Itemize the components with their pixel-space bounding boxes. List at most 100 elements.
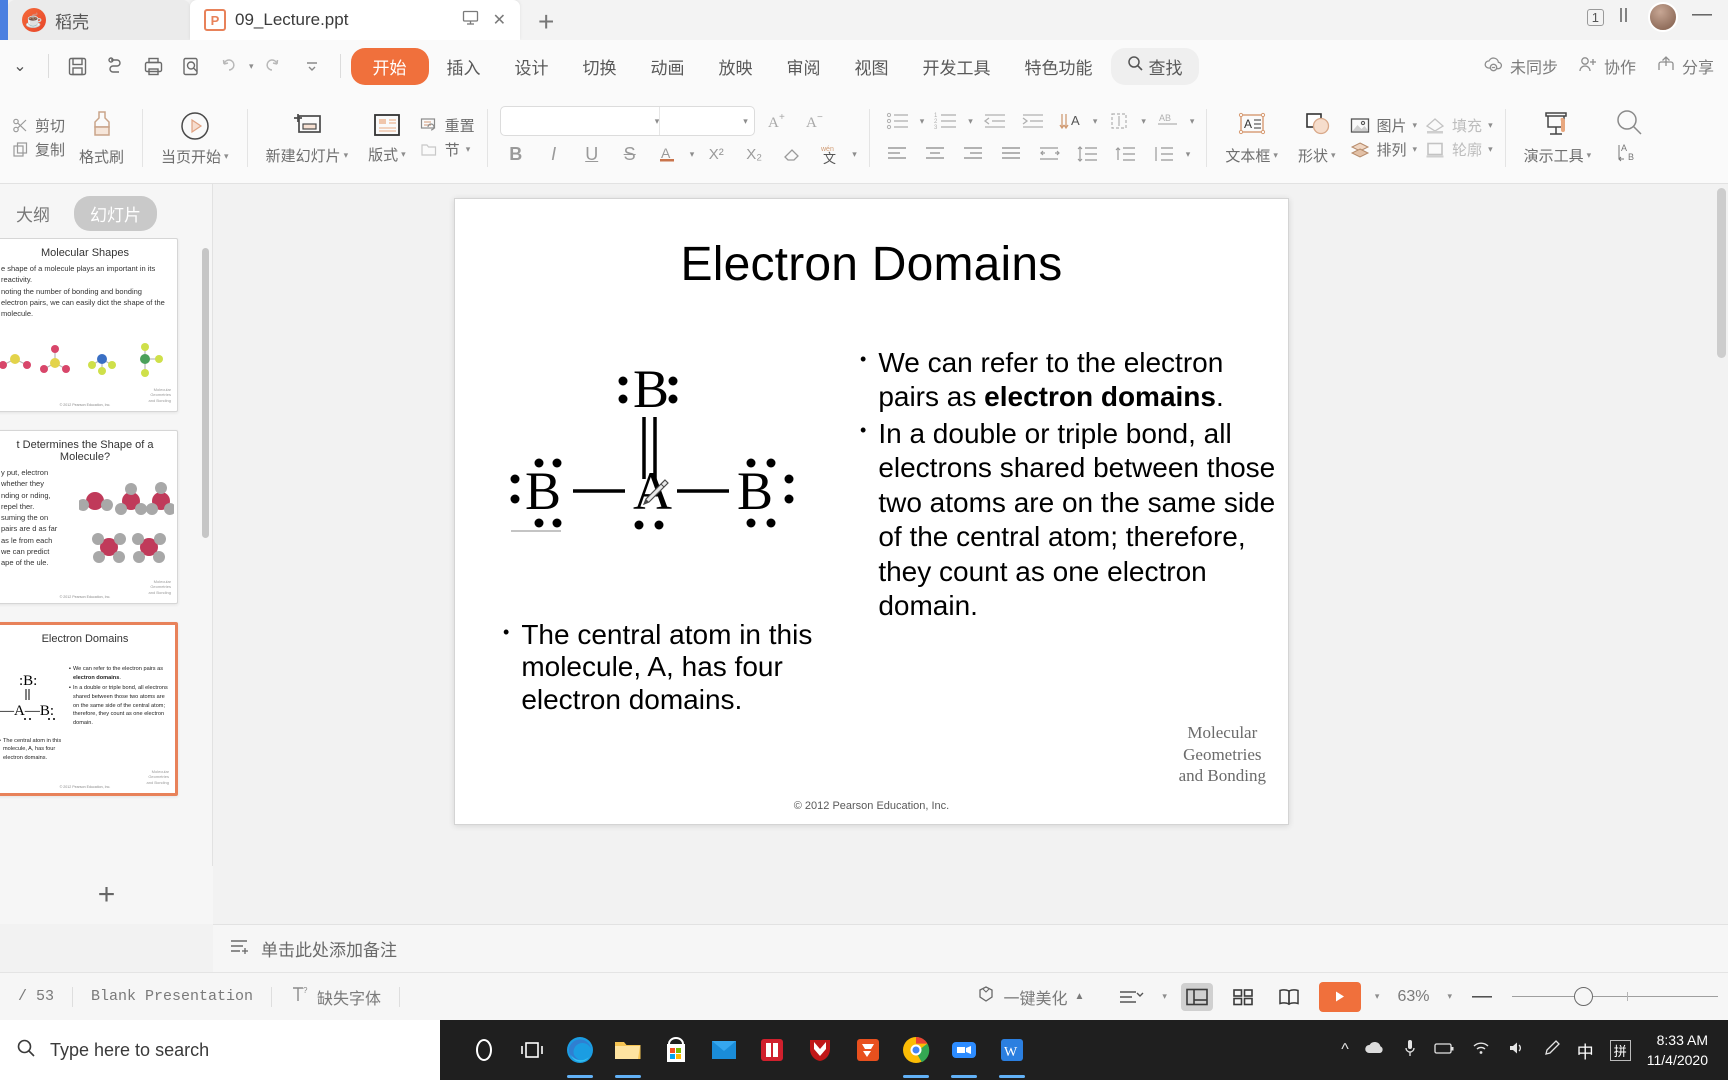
task-view-icon[interactable] xyxy=(510,1020,554,1080)
tab-features[interactable]: 特色功能 xyxy=(1009,48,1109,85)
italic-button[interactable]: I xyxy=(538,139,570,169)
microphone-icon[interactable] xyxy=(1403,1038,1417,1063)
convert-smartart-caret-icon[interactable]: ▾ xyxy=(1190,116,1195,127)
beautify-button[interactable]: 一键美化 ▲ xyxy=(958,984,1102,1009)
sync-status-button[interactable]: 未同步 xyxy=(1483,54,1558,78)
textbox-button[interactable]: A 文本框 ▾ xyxy=(1215,110,1288,166)
microsoft-store-icon[interactable] xyxy=(654,1020,698,1080)
notes-pane[interactable]: 单击此处添加备注 xyxy=(213,924,1728,972)
find-button[interactable]: 查找 xyxy=(1110,47,1199,85)
thumbnail-slide-3[interactable]: Electron Domains :B: —A—B: ▪ We can refer… xyxy=(0,622,178,796)
show-hidden-icons[interactable]: ^ xyxy=(1341,1041,1349,1059)
view-options-caret-icon[interactable]: ▾ xyxy=(1162,991,1167,1002)
mail-icon[interactable] xyxy=(702,1020,746,1080)
tab-review[interactable]: 审阅 xyxy=(771,48,837,85)
justify-icon[interactable] xyxy=(996,139,1028,169)
tab-outline[interactable]: 大纲 xyxy=(0,196,66,231)
picture-button[interactable]: 图片 ▾ xyxy=(1350,115,1417,136)
new-tab-button[interactable]: + xyxy=(520,8,572,40)
view-options-icon[interactable] xyxy=(1116,983,1148,1011)
format-painter-button[interactable]: 格式刷 xyxy=(69,109,134,167)
outline-button[interactable]: 轮廓 ▾ xyxy=(1425,139,1493,160)
present-from-current-button[interactable]: 当页开始 ▾ xyxy=(151,109,239,167)
align-left-icon[interactable] xyxy=(882,139,914,169)
lewis-structure-figure[interactable]: B B A B xyxy=(505,359,845,579)
tab-developer[interactable]: 开发工具 xyxy=(907,48,1007,85)
align-text-icon[interactable] xyxy=(1103,106,1135,136)
volume-icon[interactable] xyxy=(1507,1040,1527,1061)
file-explorer-icon[interactable] xyxy=(606,1020,650,1080)
chevron-down-icon[interactable]: ▾ xyxy=(401,149,406,160)
increase-indent-icon[interactable] xyxy=(1017,106,1049,136)
share-button[interactable]: 分享 xyxy=(1656,54,1714,78)
reset-button[interactable]: 重置 xyxy=(420,115,475,136)
cortana-icon[interactable] xyxy=(462,1020,506,1080)
pinyin-caret-icon[interactable]: ▾ xyxy=(852,149,857,160)
zoom-slider[interactable] xyxy=(1512,987,1718,1006)
strikethrough-button[interactable]: S xyxy=(614,139,646,169)
slide-sorter-view-button[interactable] xyxy=(1227,983,1259,1011)
start-slideshow-button[interactable] xyxy=(1318,981,1361,1012)
arrange-button[interactable]: 排列 ▾ xyxy=(1350,139,1418,160)
chevron-down-icon[interactable]: ▾ xyxy=(1488,120,1493,131)
page-indicator[interactable]: / 53 xyxy=(0,988,72,1005)
tab-animation[interactable]: 动画 xyxy=(635,48,701,85)
tab-insert[interactable]: 插入 xyxy=(431,48,497,85)
battery-icon[interactable] xyxy=(1433,1040,1455,1061)
font-size-input[interactable] xyxy=(659,107,749,135)
numbered-list-caret-icon[interactable]: ▾ xyxy=(968,116,973,127)
foxit-icon[interactable] xyxy=(846,1020,890,1080)
chevron-down-icon[interactable]: ▾ xyxy=(466,144,471,155)
tab-transition[interactable]: 切换 xyxy=(567,48,633,85)
save-as-cloud-icon[interactable] xyxy=(97,48,133,84)
zoom-slider-knob[interactable] xyxy=(1574,987,1593,1006)
pinyin-guide-icon[interactable]: wén 文 xyxy=(814,139,846,169)
zoom-level[interactable]: 63% xyxy=(1393,988,1433,1006)
convert-smartart-icon[interactable]: AB xyxy=(1152,106,1184,136)
close-tab-icon[interactable]: ✕ xyxy=(493,10,506,30)
thumbnail-slide-1[interactable]: Molecular Shapes e shape of a molecule p… xyxy=(0,238,178,412)
fill-button[interactable]: 填充 ▾ xyxy=(1425,115,1493,136)
onedrive-icon[interactable] xyxy=(1364,1039,1387,1062)
bullet-list-caret-icon[interactable]: ▾ xyxy=(920,116,925,127)
chevron-down-icon[interactable]: ▾ xyxy=(1413,144,1418,155)
increase-font-size-icon[interactable]: A + xyxy=(761,106,793,136)
subscript-button[interactable]: X₂ xyxy=(738,139,770,169)
font-color-caret-icon[interactable]: ▾ xyxy=(690,149,695,160)
collapse-ribbon-icon[interactable]: ⌄ xyxy=(2,48,38,84)
reader-icon[interactable] xyxy=(750,1020,794,1080)
tab-docer[interactable]: ☕ 稻壳 xyxy=(8,0,190,40)
chevron-down-icon[interactable]: ▾ xyxy=(1273,150,1278,161)
chevron-down-icon[interactable]: ▾ xyxy=(224,151,229,162)
pen-tray-icon[interactable] xyxy=(1543,1039,1561,1062)
canvas-scrollbar[interactable] xyxy=(1717,188,1726,358)
wifi-icon[interactable] xyxy=(1471,1040,1491,1061)
paragraph-caret-icon[interactable]: ▾ xyxy=(1186,149,1191,160)
zoom-slider-track[interactable] xyxy=(1512,987,1627,1006)
present-tab-icon[interactable] xyxy=(462,9,479,31)
font-size-caret-icon[interactable]: ▾ xyxy=(743,116,754,127)
window-count-badge[interactable]: 1 xyxy=(1586,8,1604,26)
edge-icon[interactable] xyxy=(558,1020,602,1080)
slideshow-caret-icon[interactable]: ▾ xyxy=(1375,991,1380,1002)
tab-document[interactable]: P 09_Lecture.ppt ✕ xyxy=(190,0,520,40)
save-icon[interactable] xyxy=(59,48,95,84)
text-direction-icon[interactable]: A xyxy=(1055,106,1087,136)
chrome-icon[interactable] xyxy=(894,1020,938,1080)
tab-design[interactable]: 设计 xyxy=(499,48,565,85)
chevron-down-icon[interactable]: ▾ xyxy=(1587,150,1592,161)
align-center-icon[interactable] xyxy=(920,139,952,169)
chevron-down-icon[interactable]: ▾ xyxy=(344,150,349,161)
shape-button[interactable]: 形状 ▾ xyxy=(1288,110,1346,166)
panel-scrollbar[interactable] xyxy=(202,248,209,538)
present-tools-button[interactable]: 演示工具 ▾ xyxy=(1514,110,1602,166)
window-list-icon[interactable] xyxy=(1618,6,1634,29)
reading-view-button[interactable] xyxy=(1273,983,1305,1011)
beautify-caret-icon[interactable]: ▲ xyxy=(1074,991,1084,1002)
zoom-caret-icon[interactable]: ▾ xyxy=(1447,991,1452,1002)
taskbar-search[interactable]: Type here to search xyxy=(0,1020,440,1080)
superscript-button[interactable]: X² xyxy=(700,139,732,169)
collaborate-button[interactable]: 协作 xyxy=(1578,54,1636,78)
normal-view-button[interactable] xyxy=(1180,982,1213,1011)
text-direction-caret-icon[interactable]: ▾ xyxy=(1093,116,1098,127)
